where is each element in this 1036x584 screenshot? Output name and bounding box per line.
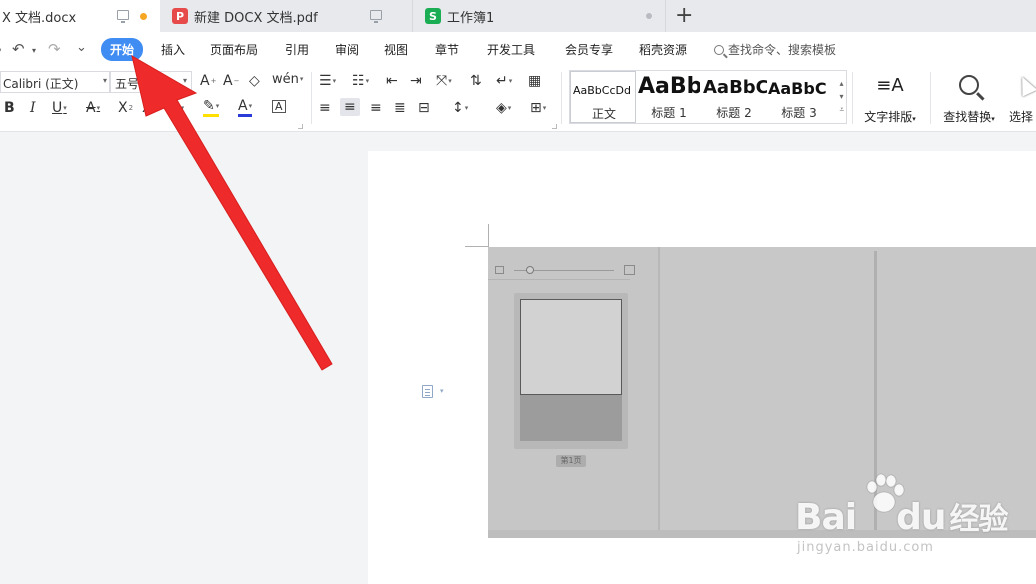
annotation-arrow [131, 54, 333, 371]
annotation-arrow-shape [131, 54, 333, 371]
